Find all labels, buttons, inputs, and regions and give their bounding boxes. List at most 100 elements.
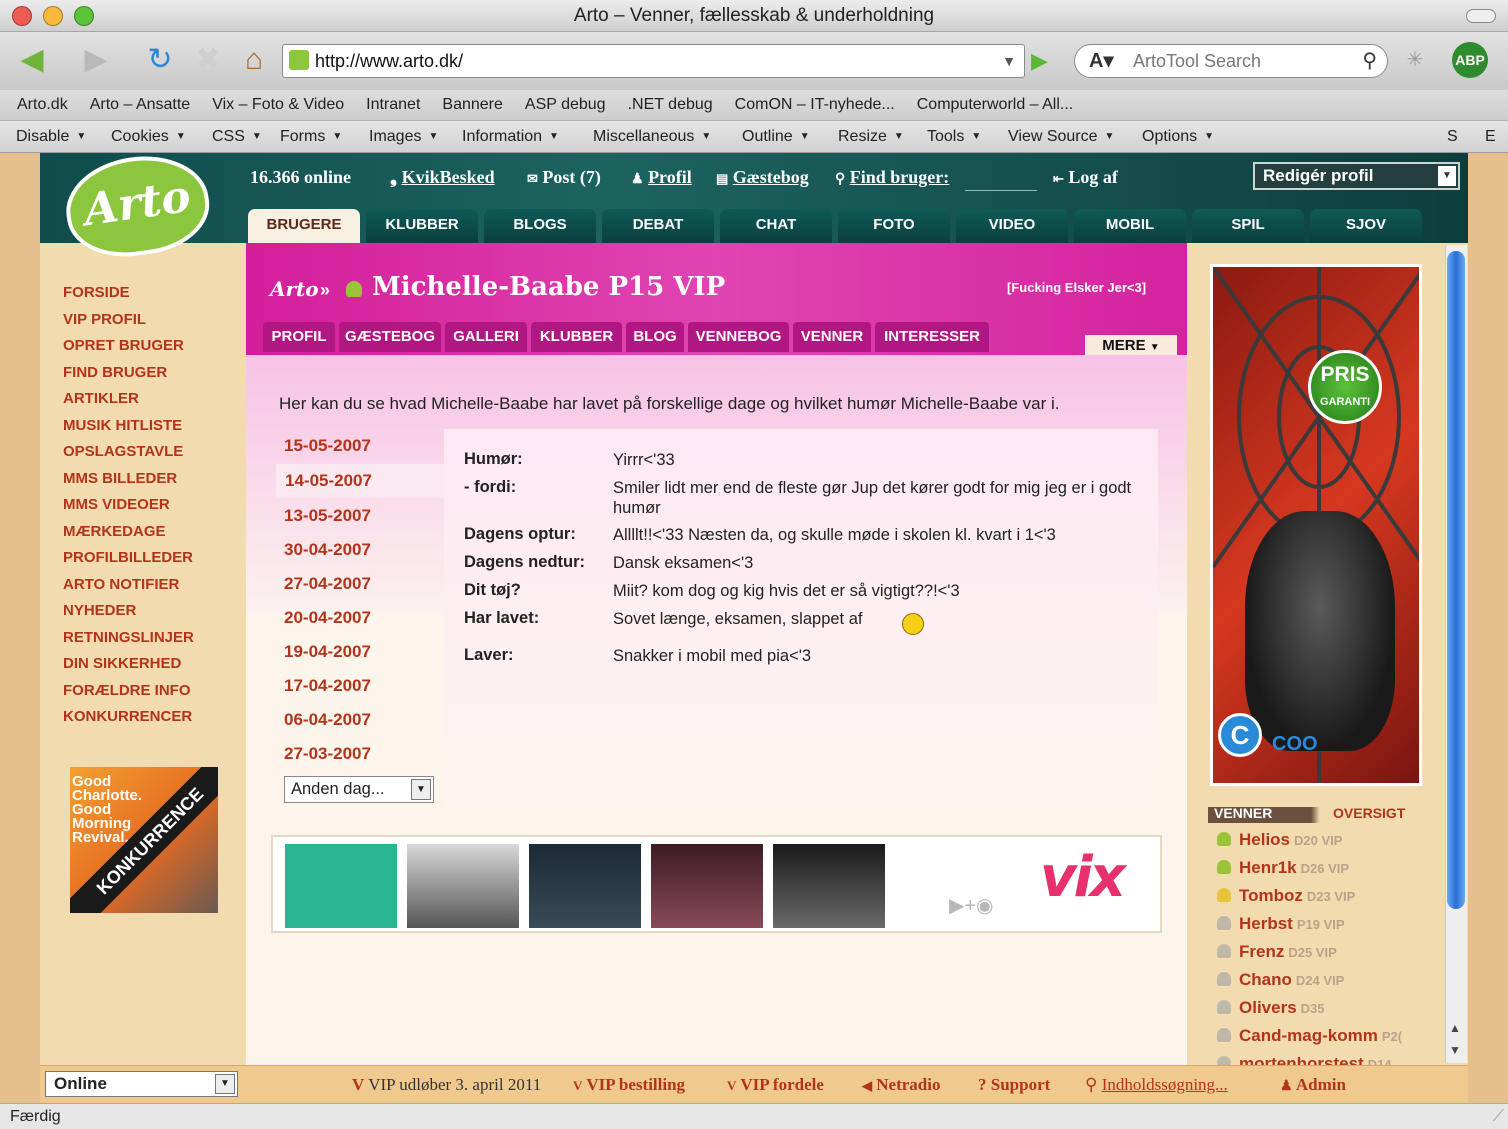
- sidebar-item-foraeldre-info[interactable]: FORÆLDRE INFO: [63, 682, 191, 699]
- bookmark-item[interactable]: ASP debug: [514, 90, 617, 120]
- url-history-dropdown-icon[interactable]: ▼: [1002, 45, 1016, 77]
- profil-link[interactable]: ♟ Profil: [631, 167, 692, 188]
- dev-menu-miscellaneous[interactable]: Miscellaneous ▼: [593, 121, 711, 152]
- bookmark-item[interactable]: Intranet: [355, 90, 431, 120]
- friend-item[interactable]: Helios D20 VIP: [1217, 830, 1342, 850]
- forward-icon[interactable]: ▶: [72, 42, 120, 78]
- close-window-icon[interactable]: [12, 6, 32, 26]
- vip-bestilling-link[interactable]: V VIP bestilling: [573, 1075, 685, 1095]
- back-icon[interactable]: ◀: [8, 42, 56, 78]
- content-search-link[interactable]: ⚲ Indholdssøgning...: [1085, 1075, 1228, 1095]
- konkurrence-promo-banner[interactable]: Good Charlotte. Good Morning Revival. KO…: [70, 767, 218, 913]
- sidebar-item-mms-videoer[interactable]: MMS VIDEOER: [63, 496, 170, 513]
- sidebar-item-opret-bruger[interactable]: OPRET BRUGER: [63, 337, 184, 354]
- find-user-input[interactable]: [965, 171, 1037, 191]
- search-engine-icon[interactable]: A▾: [1089, 45, 1113, 77]
- date-link[interactable]: 13-05-2007: [284, 506, 371, 526]
- kvikbesked-link[interactable]: ❟ KvikBesked: [390, 167, 495, 188]
- scroll-up-icon[interactable]: ▲: [1449, 1021, 1461, 1035]
- search-field[interactable]: A▾ ArtoTool Search ⚲: [1074, 44, 1388, 78]
- date-link[interactable]: 30-04-2007: [284, 540, 371, 560]
- profile-tab-blog[interactable]: BLOG: [626, 322, 684, 352]
- date-link[interactable]: 27-03-2007: [284, 744, 371, 764]
- date-link-selected[interactable]: 14-05-2007: [285, 471, 372, 491]
- dev-menu-tools[interactable]: Tools ▼: [927, 121, 981, 152]
- date-link[interactable]: 15-05-2007: [284, 436, 371, 456]
- sidebar-item-vip-profil[interactable]: VIP PROFIL: [63, 311, 146, 328]
- profile-tab-venner[interactable]: VENNER: [793, 322, 871, 352]
- edit-profile-select[interactable]: Redigér profil ▼: [1253, 162, 1460, 190]
- sidebar-item-profilbilleder[interactable]: PROFILBILLEDER: [63, 549, 193, 566]
- tab-foto[interactable]: FOTO: [838, 209, 950, 243]
- more-tabs-button[interactable]: MERE ▼: [1085, 335, 1177, 357]
- url-field[interactable]: http://www.arto.dk/ ▼: [282, 44, 1025, 78]
- tab-klubber[interactable]: KLUBBER: [366, 209, 478, 243]
- bookmark-item[interactable]: Arto.dk: [6, 90, 79, 120]
- logout-link[interactable]: ⇤ Log af: [1053, 167, 1118, 188]
- friend-item[interactable]: Frenz D25 VIP: [1217, 942, 1337, 962]
- vix-thumbnail[interactable]: [529, 844, 641, 928]
- date-link[interactable]: 20-04-2007: [284, 608, 371, 628]
- dev-menu-forms[interactable]: Forms ▼: [280, 121, 342, 152]
- dev-menu-information[interactable]: Information ▼: [462, 121, 559, 152]
- sidebar-item-arto-notifier[interactable]: ARTO NOTIFIER: [63, 576, 179, 593]
- vix-thumbnail[interactable]: [651, 844, 763, 928]
- dev-menu-disable[interactable]: Disable ▼: [16, 121, 86, 152]
- sidebar-item-retningslinjer[interactable]: RETNINGSLINJER: [63, 629, 194, 646]
- sidebar-item-musik-hitliste[interactable]: MUSIK HITLISTE: [63, 417, 182, 434]
- sidebar-item-forside[interactable]: FORSIDE: [63, 284, 130, 301]
- profile-tab-interesser[interactable]: INTERESSER: [875, 322, 989, 352]
- profile-tab-galleri[interactable]: GALLERI: [445, 322, 527, 352]
- dev-menu-css[interactable]: CSS ▼: [212, 121, 262, 152]
- profile-tab-vennebog[interactable]: VENNEBOG: [688, 322, 789, 352]
- home-icon[interactable]: ⌂: [234, 42, 274, 78]
- tab-mobil[interactable]: MOBIL: [1074, 209, 1186, 243]
- netradio-link[interactable]: ◀ Netradio: [862, 1075, 940, 1095]
- date-link[interactable]: 19-04-2007: [284, 642, 371, 662]
- bookmark-item[interactable]: Bannere: [431, 90, 514, 120]
- friend-item[interactable]: Olivers D35: [1217, 998, 1325, 1018]
- dev-menu-view-source[interactable]: View Source ▼: [1008, 121, 1114, 152]
- dev-menu-cookies[interactable]: Cookies ▼: [111, 121, 186, 152]
- dev-menu-resize[interactable]: Resize ▼: [838, 121, 904, 152]
- bookmark-item[interactable]: .NET debug: [617, 90, 724, 120]
- bookmark-item[interactable]: Computerworld – All...: [906, 90, 1085, 120]
- tab-debat[interactable]: DEBAT: [602, 209, 714, 243]
- sidebar-item-konkurrencer[interactable]: KONKURRENCER: [63, 708, 192, 725]
- search-icon[interactable]: ⚲: [1362, 45, 1377, 77]
- admin-link[interactable]: ♟ Admin: [1280, 1075, 1346, 1095]
- vix-thumbnail[interactable]: [285, 844, 397, 928]
- profile-tab-klubber[interactable]: KLUBBER: [531, 322, 622, 352]
- friend-item[interactable]: Tomboz D23 VIP: [1217, 886, 1355, 906]
- date-link[interactable]: 27-04-2007: [284, 574, 371, 594]
- vix-thumbnail[interactable]: [773, 844, 885, 928]
- vix-thumbnail[interactable]: [407, 844, 519, 928]
- sidebar-item-find-bruger[interactable]: FIND BRUGER: [63, 364, 167, 381]
- toolbar-toggle-icon[interactable]: [1466, 9, 1496, 23]
- scroll-down-icon[interactable]: ▼: [1449, 1043, 1461, 1057]
- tab-blogs[interactable]: BLOGS: [484, 209, 596, 243]
- arto-mini-logo[interactable]: Arto: [270, 277, 319, 301]
- date-link[interactable]: 06-04-2007: [284, 710, 371, 730]
- post-link[interactable]: ✉ Post (7): [527, 167, 601, 188]
- dev-status-e[interactable]: E: [1485, 121, 1496, 152]
- bookmark-item[interactable]: Vix – Foto & Video: [201, 90, 355, 120]
- profile-tab-profil[interactable]: PROFIL: [263, 322, 335, 352]
- dev-menu-outline[interactable]: Outline ▼: [742, 121, 810, 152]
- friend-item[interactable]: Herbst P19 VIP: [1217, 914, 1345, 934]
- friend-item[interactable]: Henr1k D26 VIP: [1217, 858, 1349, 878]
- vip-fordele-link[interactable]: V VIP fordele: [727, 1075, 824, 1095]
- date-link[interactable]: 17-04-2007: [284, 676, 371, 696]
- reload-icon[interactable]: ↻: [140, 42, 180, 78]
- sidebar-item-maerkedage[interactable]: MÆRKEDAGE: [63, 523, 166, 540]
- go-arrow-icon[interactable]: ▶: [1031, 48, 1048, 74]
- dev-status-s[interactable]: S: [1447, 121, 1458, 152]
- bookmark-item[interactable]: Arto – Ansatte: [79, 90, 202, 120]
- profile-tab-gaestebog[interactable]: GÆSTEBOG: [339, 322, 441, 352]
- sidebar-item-din-sikkerhed[interactable]: DIN SIKKERHED: [63, 655, 181, 672]
- adblock-icon[interactable]: ABP: [1452, 42, 1488, 78]
- sidebar-item-nyheder[interactable]: NYHEDER: [63, 602, 136, 619]
- online-status-select[interactable]: Online ▼: [45, 1071, 238, 1097]
- gaestebog-link[interactable]: ▤ Gæstebog: [716, 167, 809, 188]
- dev-menu-options[interactable]: Options ▼: [1142, 121, 1214, 152]
